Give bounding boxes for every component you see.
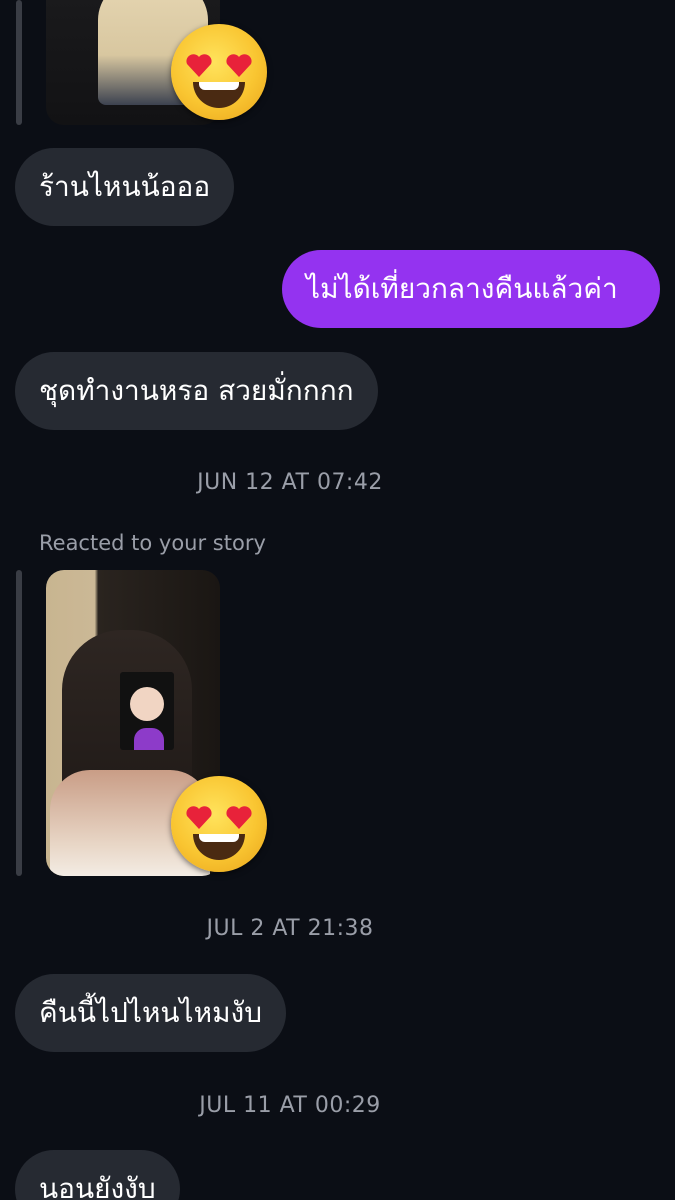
outgoing-message[interactable]: ไม่ได้เที่ยวกลางคืนแล้วค่า: [282, 250, 660, 328]
face-cover-emoji-icon: [120, 672, 174, 750]
heart-eyes-emoji-icon: [171, 776, 267, 872]
heart-icon: [186, 806, 212, 829]
message-timestamp: JUL 2 AT 21:38: [206, 916, 374, 941]
reacted-to-story-label: Reacted to your story: [39, 531, 266, 555]
heart-icon: [226, 54, 252, 77]
message-text: ไม่ได้เที่ยวกลางคืนแล้วค่า: [306, 272, 618, 305]
message-text: ชุดทำงานหรอ สวยมั่กกกก: [39, 374, 354, 407]
emoji-mouth: [193, 834, 245, 860]
story-reply-bar: [16, 0, 22, 125]
emoji-mouth: [193, 82, 245, 108]
message-timestamp: JUN 12 AT 07:42: [197, 470, 383, 495]
incoming-message[interactable]: ร้านไหนน้อออ: [15, 148, 235, 226]
heart-eyes-emoji-icon: [171, 24, 267, 120]
message-timestamp: JUL 11 AT 00:29: [199, 1093, 381, 1118]
incoming-message[interactable]: นอนยังงับ: [15, 1150, 180, 1200]
mini-face: [130, 687, 164, 721]
incoming-message[interactable]: คืนนี้ไปไหนไหมงับ: [15, 974, 286, 1052]
message-text: คืนนี้ไปไหนไหมงับ: [39, 996, 262, 1029]
message-text: ร้านไหนน้อออ: [39, 170, 211, 203]
incoming-message[interactable]: ชุดทำงานหรอ สวยมั่กกกก: [15, 352, 378, 430]
mini-body: [134, 728, 164, 750]
heart-icon: [226, 806, 252, 829]
chat-thread: ร้านไหนน้อออ ไม่ได้เที่ยวกลางคืนแล้วค่า …: [0, 0, 675, 1200]
story-reply-bar: [16, 570, 22, 876]
heart-icon: [186, 54, 212, 77]
message-text: นอนยังงับ: [39, 1172, 156, 1200]
